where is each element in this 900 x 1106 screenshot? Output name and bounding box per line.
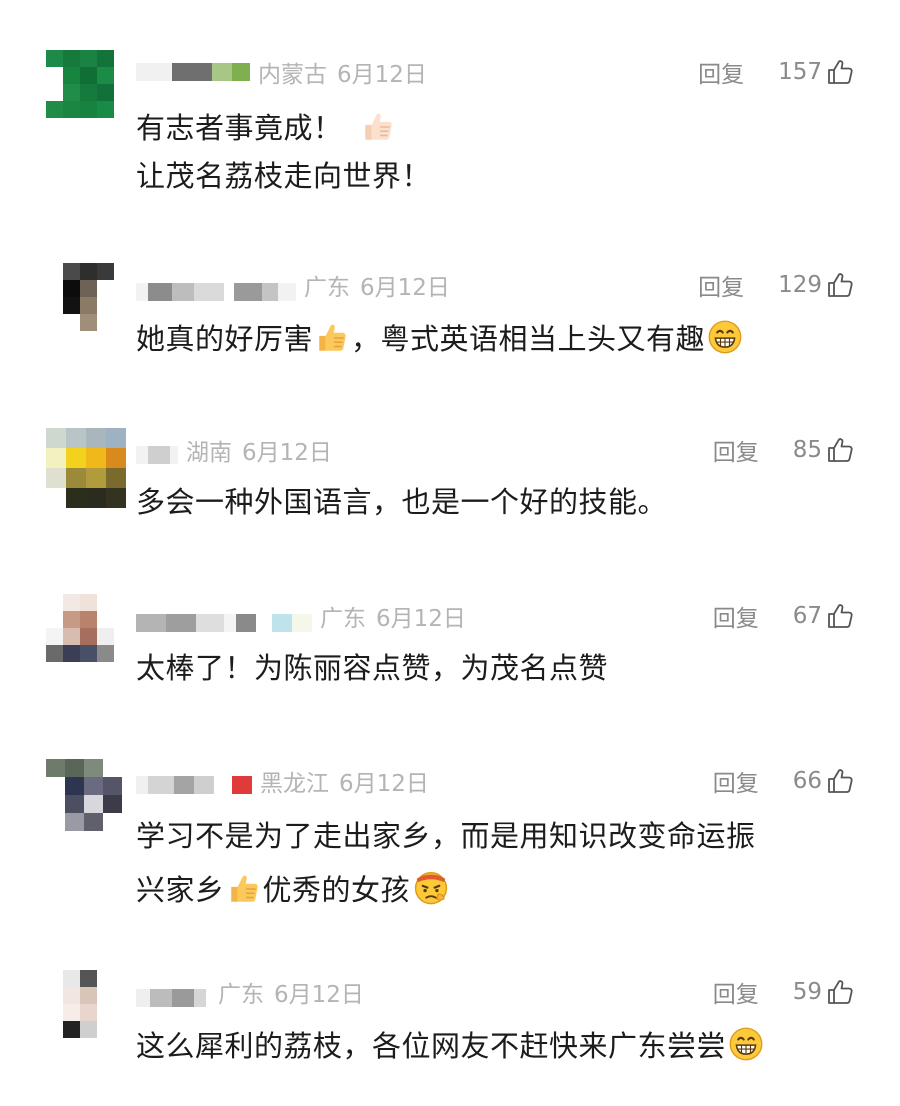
comment-text-segment: ，粤式英语相当上头又有趣 <box>351 322 706 356</box>
date-label: 6月12日 <box>360 275 450 301</box>
like-button[interactable]: 129 <box>778 271 854 299</box>
grinning-face-emoji-icon <box>707 319 743 355</box>
date-label: 6月12日 <box>339 771 429 797</box>
location-label: 内蒙古 <box>258 62 327 88</box>
reply-button[interactable]: 回复 <box>698 55 744 89</box>
comment-line: 太棒了！为陈丽容点赞，为茂名点赞 <box>136 644 860 692</box>
location-label: 黑龙江 <box>260 771 329 797</box>
comment-text-segment: 她真的好厉害 <box>136 322 314 356</box>
comment-text-segment: 有志者事竟成！ <box>136 111 343 145</box>
like-count: 157 <box>778 59 822 85</box>
comment-meta: 广东 6月12日 回复 59 <box>136 974 854 1010</box>
comment-text-segment: 这么犀利的荔枝，各位网友不赶快来广东尝尝 <box>136 1029 727 1063</box>
reply-button[interactable]: 回复 <box>713 599 759 633</box>
comment-text: 太棒了！为陈丽容点赞，为茂名点赞 <box>136 644 860 692</box>
like-count: 129 <box>778 272 822 298</box>
comment-text: 多会一种外国语言，也是一个好的技能。 <box>136 478 860 526</box>
determined-face-emoji-icon <box>412 868 450 906</box>
like-button[interactable]: 157 <box>778 58 854 86</box>
username-blurred[interactable] <box>136 61 250 83</box>
username-blurred[interactable] <box>136 612 312 634</box>
like-count: 66 <box>792 768 822 794</box>
comment-meta: 广东 6月12日 回复 67 <box>136 598 854 634</box>
comment-text-segment: 让茂名荔枝走向世界！ <box>136 159 432 193</box>
thumbs-up-icon <box>826 58 854 86</box>
like-button[interactable]: 66 <box>793 767 854 795</box>
comment-text: 她真的好厉害 ，粤式英语相当上头又有趣 <box>136 315 860 363</box>
date-label: 6月12日 <box>337 62 427 88</box>
location-label: 广东 <box>320 606 366 632</box>
comment-text: 有志者事竟成！ 让茂名荔枝走向世界！ <box>136 104 860 200</box>
reply-button[interactable]: 回复 <box>713 433 759 467</box>
like-count: 59 <box>792 979 822 1005</box>
thumbs-up-emoji-icon <box>361 110 395 144</box>
location-label: 湖南 <box>186 440 232 466</box>
thumbs-up-icon <box>826 271 854 299</box>
avatar[interactable] <box>46 759 122 831</box>
avatar[interactable] <box>46 263 114 331</box>
comment-line: 兴家乡 优秀的女孩 <box>136 863 860 917</box>
thumbs-up-icon <box>826 978 854 1006</box>
avatar[interactable] <box>46 50 114 118</box>
like-count: 67 <box>792 603 822 629</box>
comment-line: 这么犀利的荔枝，各位网友不赶快来广东尝尝 <box>136 1022 860 1070</box>
username-blurred[interactable] <box>136 774 252 796</box>
comment-text: 这么犀利的荔枝，各位网友不赶快来广东尝尝 <box>136 1022 860 1070</box>
comment-text-segment: 学习不是为了走出家乡，而是用知识改变命运振 <box>136 819 756 853</box>
like-button[interactable]: 67 <box>793 602 854 630</box>
reply-button[interactable]: 回复 <box>713 764 759 798</box>
date-label: 6月12日 <box>376 606 466 632</box>
comment-meta: 内蒙古 6月12日 回复 157 <box>136 54 854 90</box>
comment-meta: 湖南 6月12日 回复 85 <box>136 432 854 468</box>
comment-text-segment: 优秀的女孩 <box>262 873 411 907</box>
comment-line: 多会一种外国语言，也是一个好的技能。 <box>136 478 860 526</box>
thumbs-up-icon <box>826 602 854 630</box>
comment-meta: 黑龙江 6月12日 回复 66 <box>136 763 854 799</box>
avatar[interactable] <box>46 594 114 662</box>
like-button[interactable]: 85 <box>793 436 854 464</box>
username-blurred[interactable] <box>136 444 178 466</box>
username-blurred[interactable] <box>136 987 210 1009</box>
comment-line: 让茂名荔枝走向世界！ <box>136 152 860 200</box>
date-label: 6月12日 <box>274 982 364 1008</box>
comment-line: 有志者事竟成！ <box>136 104 860 152</box>
reply-button[interactable]: 回复 <box>698 268 744 302</box>
comment-text-segment: 多会一种外国语言，也是一个好的技能。 <box>136 485 668 519</box>
like-count: 85 <box>792 437 822 463</box>
comment-line: 她真的好厉害 ，粤式英语相当上头又有趣 <box>136 315 860 363</box>
thumbs-up-emoji-icon <box>315 321 349 355</box>
comment-meta: 广东 6月12日 回复 129 <box>136 267 854 303</box>
comment-text: 学习不是为了走出家乡，而是用知识改变命运振 兴家乡 优秀的女孩 <box>136 809 860 917</box>
grinning-face-emoji-icon <box>728 1026 764 1062</box>
reply-button[interactable]: 回复 <box>713 975 759 1009</box>
location-label: 广东 <box>218 982 264 1008</box>
like-button[interactable]: 59 <box>793 978 854 1006</box>
location-label: 广东 <box>304 275 350 301</box>
thumbs-up-icon <box>826 767 854 795</box>
comment-line: 学习不是为了走出家乡，而是用知识改变命运振 <box>136 809 860 863</box>
comment-text-segment: 兴家乡 <box>136 873 225 907</box>
thumbs-up-icon <box>826 436 854 464</box>
date-label: 6月12日 <box>242 440 332 466</box>
comment-text-segment: 太棒了！为陈丽容点赞，为茂名点赞 <box>136 651 609 685</box>
avatar[interactable] <box>46 970 114 1038</box>
username-blurred[interactable] <box>136 281 296 303</box>
thumbs-up-emoji-icon <box>227 872 261 906</box>
avatar[interactable] <box>46 428 126 508</box>
